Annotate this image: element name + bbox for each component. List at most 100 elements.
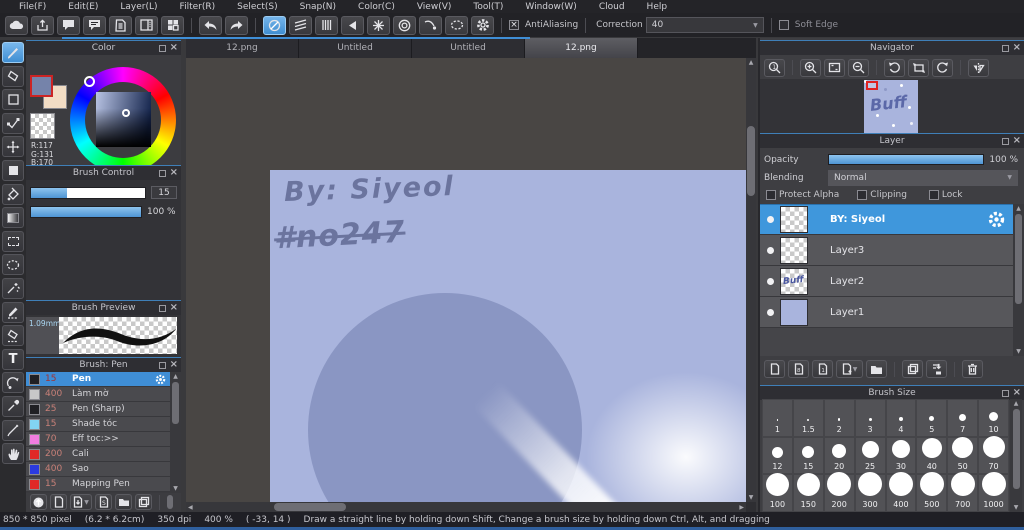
comment-text-button[interactable] bbox=[83, 15, 106, 35]
menu-filter[interactable]: Filter(R) bbox=[169, 2, 227, 12]
control-point-tool[interactable] bbox=[2, 112, 24, 134]
foreground-color-swatch[interactable] bbox=[30, 75, 53, 97]
dock-scrollbar-thumb[interactable] bbox=[167, 495, 173, 509]
scroll-down-icon[interactable]: ▼ bbox=[173, 485, 178, 492]
cloud-button[interactable] bbox=[5, 15, 28, 35]
popout-icon[interactable] bbox=[158, 169, 166, 177]
menu-layer[interactable]: Layer(L) bbox=[109, 2, 168, 12]
zoom-in-button[interactable] bbox=[800, 58, 821, 77]
menu-help[interactable]: Help bbox=[636, 2, 679, 12]
brush-size-cell[interactable]: 200 bbox=[823, 471, 855, 512]
layer-row-layer3[interactable]: Layer3 bbox=[760, 235, 1013, 266]
close-icon[interactable]: × bbox=[170, 360, 178, 370]
brush-size-cell[interactable]: 3 bbox=[854, 399, 886, 437]
gradient-tool[interactable] bbox=[2, 207, 24, 229]
scroll-down-icon[interactable]: ▼ bbox=[749, 494, 754, 501]
scrollbar-thumb[interactable] bbox=[747, 126, 755, 196]
tab-untitled-1[interactable]: Untitled bbox=[299, 38, 412, 58]
eraser-tool[interactable] bbox=[2, 65, 24, 87]
select-pen-tool[interactable] bbox=[2, 301, 24, 323]
hue-cursor[interactable] bbox=[84, 76, 95, 87]
brush-size-cell[interactable]: 700 bbox=[947, 471, 979, 512]
snap-concentric-button[interactable] bbox=[393, 15, 416, 35]
brush-row-pen-sharp[interactable]: 25 Pen (Sharp) bbox=[26, 402, 170, 417]
layer-list-scrollbar[interactable]: ▲ ▼ bbox=[1013, 204, 1024, 356]
document-button[interactable] bbox=[109, 15, 132, 35]
canvas-image[interactable]: By: Siyeol #no247 bbox=[270, 170, 746, 502]
grid-button[interactable] bbox=[161, 15, 184, 35]
scrollbar-thumb[interactable] bbox=[1015, 214, 1022, 304]
brush-size-cell[interactable]: 5 bbox=[916, 399, 948, 437]
brush-list-scrollbar[interactable]: ▲ ▼ bbox=[170, 372, 181, 493]
layer-row-layer2[interactable]: Buff Layer2 bbox=[760, 266, 1013, 297]
bucket-tool[interactable] bbox=[2, 183, 24, 205]
brush-tool[interactable] bbox=[2, 42, 24, 63]
menu-snap[interactable]: Snap(N) bbox=[289, 2, 347, 12]
snap-vanishing-point-button[interactable] bbox=[341, 15, 364, 35]
sv-square[interactable] bbox=[96, 92, 151, 147]
snap-settings-button[interactable] bbox=[471, 15, 494, 35]
scroll-down-icon[interactable]: ▼ bbox=[1016, 348, 1021, 355]
brush-row-cali[interactable]: 200 Cali bbox=[26, 447, 170, 462]
brush-row-sao[interactable]: 400 Sao bbox=[26, 462, 170, 477]
brush-size-cell[interactable]: 1000 bbox=[978, 471, 1009, 512]
scroll-left-icon[interactable]: ◀ bbox=[188, 504, 193, 511]
brush-row-shade-toc[interactable]: 15 Shade tóc bbox=[26, 417, 170, 432]
canvas-viewport[interactable]: By: Siyeol #no247 bbox=[186, 58, 746, 502]
soft-edge-checkbox[interactable] bbox=[778, 20, 789, 30]
publish-button[interactable] bbox=[31, 15, 54, 35]
brush-size-cell[interactable]: 7 bbox=[947, 399, 979, 437]
popout-icon[interactable] bbox=[158, 44, 166, 52]
brush-size-slider[interactable] bbox=[30, 186, 146, 199]
add-layer-button[interactable] bbox=[764, 360, 785, 378]
brush-size-cell[interactable]: 20 bbox=[823, 436, 855, 474]
scroll-up-icon[interactable]: ▲ bbox=[173, 373, 178, 380]
brush-size-cell[interactable]: 100 bbox=[762, 472, 793, 512]
brush-size-cell[interactable]: 1.5 bbox=[792, 399, 824, 437]
color-wheel[interactable] bbox=[70, 67, 176, 173]
brush-folder-button[interactable] bbox=[115, 494, 132, 510]
snap-parallel-button[interactable] bbox=[289, 15, 312, 35]
canvas-vertical-scrollbar[interactable]: ▲ ▼ bbox=[746, 58, 756, 502]
select-eraser-tool[interactable] bbox=[2, 325, 24, 347]
add-special-layer-button[interactable]: ▼ bbox=[836, 360, 863, 378]
menu-cloud[interactable]: Cloud bbox=[588, 2, 636, 12]
visibility-toggle[interactable] bbox=[760, 216, 780, 223]
scroll-right-icon[interactable]: ▶ bbox=[739, 504, 744, 511]
brush-opacity-slider[interactable] bbox=[30, 205, 142, 218]
tab-12png-2-active[interactable]: 12.png bbox=[525, 38, 638, 58]
sv-cursor[interactable] bbox=[122, 109, 130, 117]
snap-crisscross-button[interactable] bbox=[315, 15, 338, 35]
menu-edit[interactable]: Edit(E) bbox=[57, 2, 109, 12]
popout-icon[interactable] bbox=[1001, 44, 1009, 52]
fit-screen-button[interactable] bbox=[824, 58, 845, 77]
brush-size-cell[interactable]: 500 bbox=[916, 471, 948, 512]
scrollbar-thumb[interactable] bbox=[1012, 409, 1020, 489]
close-icon[interactable]: × bbox=[1013, 388, 1021, 398]
snap-radial-button[interactable] bbox=[367, 15, 390, 35]
zoom-out-button[interactable] bbox=[848, 58, 869, 77]
layer-opacity-slider[interactable] bbox=[828, 154, 984, 165]
pen-tool[interactable] bbox=[2, 419, 24, 441]
protect-alpha-checkbox[interactable] bbox=[766, 190, 776, 200]
menu-tool[interactable]: Tool(T) bbox=[462, 2, 514, 12]
close-icon[interactable]: × bbox=[1013, 136, 1021, 146]
brush-size-cell[interactable]: 150 bbox=[792, 472, 824, 512]
brush-size-cell[interactable]: 15 bbox=[792, 436, 824, 474]
popout-icon[interactable] bbox=[158, 304, 166, 312]
hand-tool[interactable] bbox=[2, 443, 24, 465]
brush-size-value[interactable]: 15 bbox=[151, 186, 177, 199]
add-8bit-layer-button[interactable]: 8 bbox=[788, 360, 809, 378]
menu-view[interactable]: View(V) bbox=[406, 2, 463, 12]
layer-row-layer1[interactable]: Layer1 bbox=[760, 297, 1013, 328]
clipping-checkbox[interactable] bbox=[857, 190, 868, 200]
layer-settings-gear-icon[interactable] bbox=[988, 211, 1005, 228]
popout-icon[interactable] bbox=[1001, 389, 1009, 397]
snap-ellipse-button[interactable] bbox=[445, 15, 468, 35]
brush-size-cell[interactable]: 2 bbox=[823, 399, 855, 437]
eyedropper-tool[interactable] bbox=[2, 395, 24, 417]
snap-curve-button[interactable] bbox=[419, 15, 442, 35]
close-icon[interactable]: × bbox=[170, 168, 178, 178]
brush-size-cell[interactable]: 30 bbox=[885, 436, 917, 474]
text-tool[interactable]: T bbox=[2, 348, 24, 370]
